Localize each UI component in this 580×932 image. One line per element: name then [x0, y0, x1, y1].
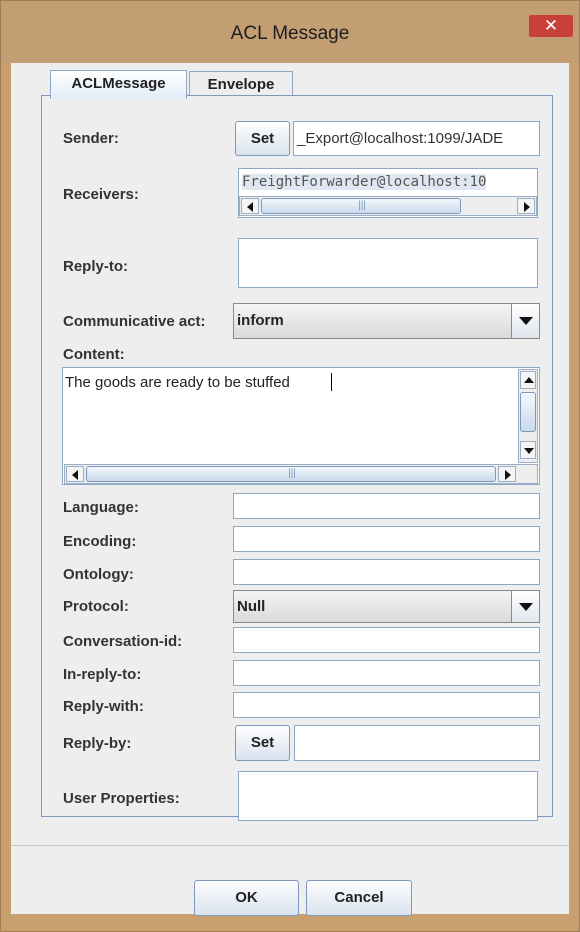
receivers-label: Receivers: [63, 186, 139, 203]
reply-with-field[interactable] [233, 692, 540, 718]
reply-to-label: Reply-to: [63, 258, 128, 275]
up-arrow-icon [524, 377, 534, 383]
reply-with-label: Reply-with: [63, 698, 144, 715]
close-icon[interactable]: ✕ [529, 15, 573, 37]
scroll-thumb[interactable] [520, 392, 536, 432]
grip-icon: ||| [288, 468, 296, 479]
encoding-label: Encoding: [63, 533, 137, 550]
content-textarea[interactable]: The goods are ready to be stuffed ||| [62, 367, 540, 485]
encoding-field[interactable] [233, 526, 540, 552]
receiver-item[interactable]: FreightForwarder@localhost:10 [242, 174, 487, 190]
content-hscrollbar[interactable]: ||| [64, 464, 538, 484]
sender-field[interactable]: _Export@localhost:1099/JADE [293, 121, 540, 156]
scroll-thumb[interactable]: ||| [261, 198, 461, 214]
cancel-button[interactable]: Cancel [306, 880, 412, 916]
scroll-thumb[interactable]: ||| [86, 466, 496, 482]
grip-icon: ||| [358, 200, 366, 211]
communicative-act-select[interactable]: inform [233, 303, 540, 339]
conversation-id-label: Conversation-id: [63, 633, 183, 650]
scroll-left-button[interactable] [241, 198, 259, 214]
reply-by-field[interactable] [294, 725, 540, 761]
chevron-down-icon [519, 603, 533, 611]
receivers-hscrollbar[interactable]: ||| [239, 196, 537, 216]
user-properties-field[interactable] [238, 771, 538, 821]
ontology-field[interactable] [233, 559, 540, 585]
communicative-act-label: Communicative act: [63, 313, 206, 330]
title-bar[interactable]: ACL Message ✕ [1, 1, 579, 63]
scroll-right-button[interactable] [498, 466, 516, 482]
conversation-id-field[interactable] [233, 627, 540, 653]
down-arrow-icon [524, 448, 534, 454]
ok-button[interactable]: OK [194, 880, 299, 916]
reply-by-label: Reply-by: [63, 735, 132, 752]
reply-by-set-button[interactable]: Set [235, 725, 290, 761]
sender-label: Sender: [63, 130, 119, 147]
left-arrow-icon [72, 470, 78, 480]
protocol-value: Null [237, 598, 266, 615]
language-label: Language: [63, 499, 139, 516]
tab-aclmessage[interactable]: ACLMessage [50, 70, 187, 99]
content-text: The goods are ready to be stuffed [65, 374, 290, 391]
text-caret [331, 373, 332, 391]
ontology-label: Ontology: [63, 566, 134, 583]
left-arrow-icon [247, 202, 253, 212]
in-reply-to-field[interactable] [233, 660, 540, 686]
dropdown-button[interactable] [511, 304, 539, 338]
sender-set-button[interactable]: Set [235, 121, 290, 156]
right-arrow-icon [505, 470, 511, 480]
chevron-down-icon [519, 317, 533, 325]
content-vscrollbar[interactable] [518, 369, 538, 463]
footer-divider [11, 845, 569, 846]
scroll-left-button[interactable] [66, 466, 84, 482]
in-reply-to-label: In-reply-to: [63, 666, 142, 683]
right-arrow-icon [524, 202, 530, 212]
language-field[interactable] [233, 493, 540, 519]
protocol-select[interactable]: Null [233, 590, 540, 623]
scroll-up-button[interactable] [520, 371, 536, 389]
window-title: ACL Message [230, 23, 350, 44]
scroll-down-button[interactable] [520, 441, 536, 459]
scroll-right-button[interactable] [517, 198, 535, 214]
content-label: Content: [63, 346, 125, 363]
user-properties-label: User Properties: [63, 790, 180, 807]
reply-to-field[interactable] [238, 238, 538, 288]
protocol-label: Protocol: [63, 598, 129, 615]
dropdown-button[interactable] [511, 591, 539, 622]
communicative-act-value: inform [237, 312, 284, 329]
